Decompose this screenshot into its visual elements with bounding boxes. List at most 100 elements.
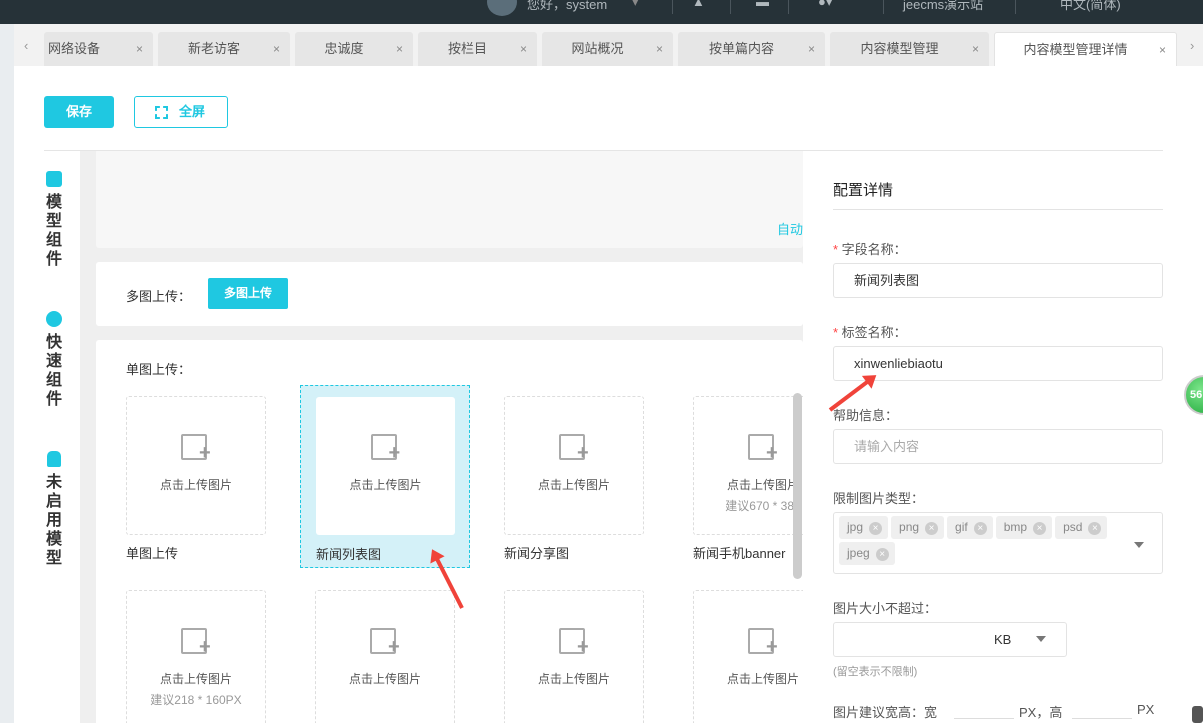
single-upload-card: 单图上传： 点击上传图片 单图上传 点击上传图片 新闻列表图 点击上传图片 新闻…	[96, 340, 803, 723]
chip-label: gif	[955, 520, 968, 534]
width-input[interactable]	[954, 718, 1014, 719]
close-icon[interactable]: ×	[656, 32, 663, 66]
fullscreen-icon	[155, 106, 168, 119]
float-tool-icon[interactable]	[1192, 706, 1203, 723]
panel-title: 配置详情	[833, 182, 894, 199]
chip-label: jpeg	[847, 546, 870, 560]
px-label: PX	[1137, 702, 1155, 717]
sidebar-disabled-models[interactable]: 未启用模型	[44, 451, 64, 568]
upload-box[interactable]: 点击上传图片	[504, 396, 644, 535]
dims-label: 图片建议宽高：	[833, 705, 925, 720]
type-chip: gif ×	[947, 516, 993, 539]
auto-link[interactable]: 自动	[777, 219, 803, 238]
upload-text: 点击上传图片	[348, 672, 421, 686]
image-dims-row: 图片建议宽高：宽 PX，高 PX	[833, 702, 1154, 721]
upload-box[interactable]: 点击上传图片	[693, 590, 803, 723]
image-add-icon	[748, 434, 778, 465]
sidebar-quick-components[interactable]: 快速组件	[44, 311, 64, 409]
component-card[interactable]: 自动	[96, 151, 803, 248]
close-icon[interactable]: ×	[1159, 33, 1166, 67]
bell-icon[interactable]: ▲	[692, 0, 705, 9]
site-selector[interactable]: jeecms演示站	[903, 0, 983, 13]
scrollbar[interactable]	[793, 393, 802, 579]
single-upload-label: 单图上传：	[126, 362, 192, 377]
dropdown-caret-icon[interactable]	[1036, 636, 1046, 642]
divider	[833, 209, 1163, 210]
upload-box[interactable]: 点击上传图片	[315, 590, 455, 723]
config-panel: 配置详情 * 字段名称： 新闻列表图 * 标签名称： xinwenliebiao…	[803, 151, 1163, 723]
tab-label: 网站概况	[571, 41, 624, 56]
language-selector[interactable]: 中文(简体)	[1060, 0, 1121, 13]
type-chip: png ×	[891, 516, 945, 539]
image-add-icon	[748, 628, 778, 659]
tab-model-detail[interactable]: 内容模型管理详情 ×	[994, 32, 1177, 66]
component-name: 新闻列表图	[316, 547, 382, 562]
help-input[interactable]: 请输入内容	[833, 429, 1163, 464]
remove-chip-icon[interactable]: ×	[1033, 522, 1047, 535]
upload-box[interactable]: 点击上传图片	[316, 397, 455, 535]
tab-label: 按栏目	[447, 41, 487, 56]
multi-upload-button[interactable]: 多图上传	[208, 278, 288, 309]
upload-box[interactable]: 点击上传图片建议670 * 380	[693, 396, 803, 535]
sidebar-label: 快速组件	[45, 334, 62, 408]
tab-label: 新老访客	[187, 41, 240, 56]
px-height-label: PX，高	[1019, 705, 1063, 720]
remove-chip-icon[interactable]: ×	[925, 522, 939, 535]
upload-box[interactable]: 点击上传图片建议218 * 160PX	[126, 590, 266, 723]
component-name: 新闻分享图	[504, 546, 570, 561]
close-icon[interactable]: ×	[273, 32, 280, 66]
field-name-input[interactable]: 新闻列表图	[833, 263, 1163, 298]
tab-loyalty[interactable]: 忠诚度 ×	[295, 32, 413, 66]
tab-label: 网络设备	[48, 41, 101, 56]
field-name-label: * 字段名称：	[833, 242, 907, 257]
avatar[interactable]	[487, 0, 517, 16]
close-icon[interactable]: ×	[396, 32, 403, 66]
tab-label: 内容模型管理详情	[1023, 42, 1128, 57]
tab-scroll-left-icon[interactable]: ‹	[24, 38, 28, 53]
user-greeting[interactable]: 您好，system	[527, 0, 607, 13]
multi-upload-card[interactable]: 多图上传： 多图上传	[96, 262, 803, 326]
tab-label: 按单篇内容	[708, 41, 774, 56]
upload-text: 点击上传图片	[537, 478, 610, 492]
remove-chip-icon[interactable]: ×	[1088, 522, 1102, 535]
theme-icon[interactable]: ●▾	[818, 0, 832, 10]
tab-by-column[interactable]: 按栏目 ×	[418, 32, 537, 66]
close-icon[interactable]: ×	[808, 32, 815, 66]
chevron-down-icon[interactable]: ▾	[632, 0, 639, 10]
monitor-icon[interactable]: ▬	[756, 0, 769, 9]
upload-hint: 建议670 * 380	[725, 499, 801, 513]
close-icon[interactable]: ×	[520, 32, 527, 66]
multi-upload-label: 多图上传：	[126, 289, 192, 304]
tab-by-content[interactable]: 按单篇内容 ×	[678, 32, 825, 66]
component-name: 单图上传	[126, 546, 179, 561]
tab-site-overview[interactable]: 网站概况 ×	[542, 32, 673, 66]
floating-badge[interactable]: 56	[1184, 375, 1203, 415]
upload-box[interactable]: 点击上传图片	[504, 590, 644, 723]
upload-box[interactable]: 点击上传图片	[126, 396, 266, 535]
image-size-input[interactable]: KB	[833, 622, 1067, 657]
tab-network-device[interactable]: 网络设备 ×	[44, 32, 153, 66]
size-unit-select[interactable]: KB	[994, 623, 1011, 656]
height-input[interactable]	[1072, 718, 1132, 719]
dropdown-caret-icon[interactable]	[1134, 542, 1144, 548]
chip-label: png	[899, 520, 920, 534]
fullscreen-button[interactable]: 全屏	[134, 96, 228, 128]
save-button[interactable]: 保存	[44, 96, 114, 128]
type-chip: psd ×	[1055, 516, 1108, 539]
label-text: 字段名称：	[841, 242, 907, 257]
tag-name-input[interactable]: xinwenliebiaotu	[833, 346, 1163, 381]
remove-chip-icon[interactable]: ×	[875, 548, 889, 561]
image-types-select[interactable]: jpg × png × gif × bmp × psd × jpeg ×	[833, 512, 1163, 574]
grid-icon	[46, 171, 62, 187]
image-size-label: 图片大小不超过：	[833, 601, 938, 616]
image-add-icon	[181, 628, 211, 659]
size-note: (留空表示不限制)	[833, 666, 918, 678]
remove-chip-icon[interactable]: ×	[973, 522, 987, 535]
tab-scroll-right-icon[interactable]: ›	[1190, 38, 1194, 53]
close-icon[interactable]: ×	[136, 32, 143, 66]
tab-model-management[interactable]: 内容模型管理 ×	[830, 32, 989, 66]
tab-visitors[interactable]: 新老访客 ×	[158, 32, 290, 66]
sidebar-model-components[interactable]: 模型组件	[44, 171, 64, 269]
remove-chip-icon[interactable]: ×	[869, 522, 883, 535]
close-icon[interactable]: ×	[972, 32, 979, 66]
